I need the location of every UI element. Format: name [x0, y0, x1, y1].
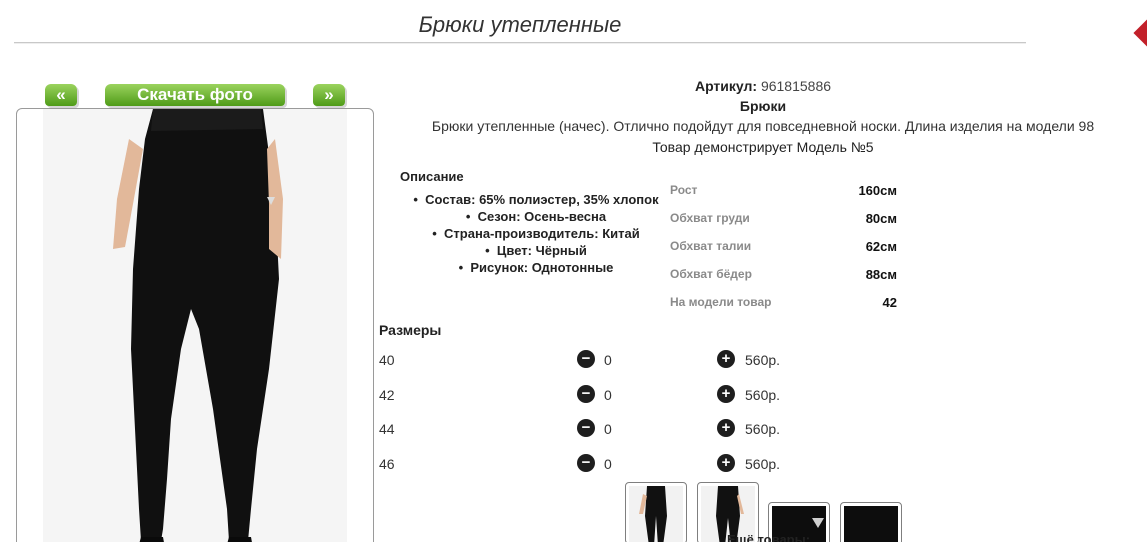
size-label: 42 — [379, 387, 395, 403]
quantity-value: 0 — [604, 421, 612, 437]
size-price: 560р. — [745, 352, 781, 368]
article-label: Артикул: — [694, 78, 758, 94]
increase-quantity-button[interactable]: + — [717, 350, 735, 368]
photo-thumbnail[interactable] — [625, 482, 687, 542]
article-line: Артикул: 961815886 — [390, 78, 1136, 94]
size-price: 560р. — [745, 387, 781, 403]
product-type: Брюки — [739, 98, 787, 114]
quantity-value: 0 — [604, 352, 612, 368]
description-item: Цвет: Чёрный — [396, 242, 676, 259]
size-row: 46 − 0 + 560р. — [379, 452, 799, 476]
measurement-label: Рост — [670, 183, 698, 197]
measurement-row: На модели товар 42 — [670, 295, 900, 323]
more-goods-heading: Ещё товары: — [727, 532, 811, 542]
next-photo-button[interactable]: » — [313, 84, 345, 106]
product-photo[interactable] — [16, 108, 374, 542]
measurement-row: Обхват груди 80см — [670, 211, 900, 239]
download-photo-button[interactable]: Скачать фото — [105, 84, 285, 106]
article-value: 961815886 — [760, 78, 832, 94]
thumbnail-image — [629, 486, 683, 542]
measurement-value: 62см — [865, 239, 897, 254]
description-title: Описание — [400, 169, 464, 184]
description-item: Рисунок: Однотонные — [396, 259, 676, 276]
size-row: 44 − 0 + 560р. — [379, 417, 799, 441]
increase-quantity-button[interactable]: + — [717, 419, 735, 437]
measurement-value: 80см — [865, 211, 897, 226]
decrease-quantity-button[interactable]: − — [577, 419, 595, 437]
description-list: Состав: 65% полиэстер, 35% хлопок Сезон:… — [396, 191, 676, 276]
product-page: Брюки утепленные « Скачать фото » Артику… — [0, 0, 1147, 542]
size-label: 44 — [379, 421, 395, 437]
description-item: Страна-производитель: Китай — [396, 225, 676, 242]
page-title: Брюки утепленные — [418, 12, 622, 37]
measurement-value: 42 — [882, 295, 897, 310]
measurement-row: Обхват талии 62см — [670, 239, 900, 267]
size-price: 560р. — [745, 421, 781, 437]
measurement-value: 160см — [858, 183, 897, 198]
measurement-row: Рост 160см — [670, 183, 900, 211]
increase-quantity-button[interactable]: + — [717, 385, 735, 403]
measurement-label: Обхват бёдер — [670, 267, 752, 281]
title-divider — [14, 42, 1026, 44]
photo-thumbnail[interactable] — [840, 502, 902, 542]
measurement-label: Обхват груди — [670, 211, 750, 225]
measurements-table: Рост 160см Обхват груди 80см Обхват тали… — [670, 183, 900, 323]
quantity-value: 0 — [604, 387, 612, 403]
size-price: 560р. — [745, 456, 781, 472]
description-item: Сезон: Осень-весна — [396, 208, 676, 225]
sizes-title: Размеры — [379, 322, 442, 338]
measurement-label: Обхват талии — [670, 239, 752, 253]
corner-diamond-icon[interactable] — [1133, 17, 1147, 49]
model-pants-image — [113, 109, 283, 542]
model-note: Товар демонстрирует Модель №5 — [652, 139, 874, 155]
prev-photo-button[interactable]: « — [45, 84, 77, 106]
increase-quantity-button[interactable]: + — [717, 454, 735, 472]
measurement-label: На модели товар — [670, 295, 772, 309]
decrease-quantity-button[interactable]: − — [577, 385, 595, 403]
size-row: 42 − 0 + 560р. — [379, 383, 799, 407]
size-label: 46 — [379, 456, 395, 472]
measurement-value: 88см — [865, 267, 897, 282]
size-row: 40 − 0 + 560р. — [379, 348, 799, 372]
quantity-value: 0 — [604, 456, 612, 472]
product-description: Брюки утепленные (начес). Отлично подойд… — [431, 118, 1095, 134]
thumbnail-image — [844, 506, 898, 542]
decrease-quantity-button[interactable]: − — [577, 350, 595, 368]
description-item: Состав: 65% полиэстер, 35% хлопок — [396, 191, 676, 208]
decrease-quantity-button[interactable]: − — [577, 454, 595, 472]
size-label: 40 — [379, 352, 395, 368]
measurement-row: Обхват бёдер 88см — [670, 267, 900, 295]
